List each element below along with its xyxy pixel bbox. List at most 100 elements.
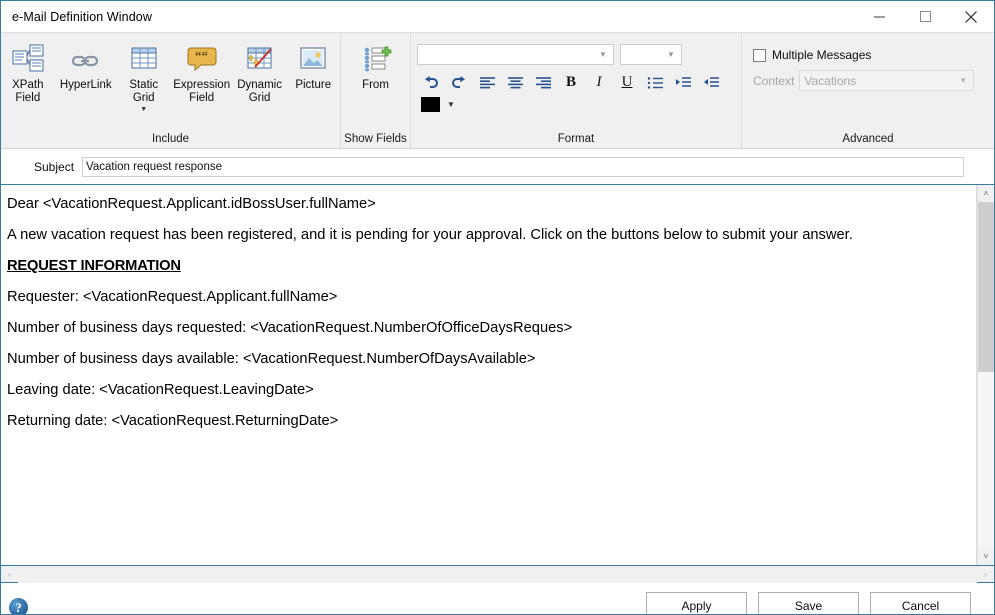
save-button[interactable]: Save xyxy=(758,592,859,614)
ribbon-toolbar: XPath Field HyperLink Static Grid ▼ ““ E… xyxy=(1,32,994,150)
horizontal-scroll-track[interactable] xyxy=(18,565,977,583)
from-button[interactable]: From xyxy=(345,38,407,92)
body-paragraph: Number of business days available: <Vaca… xyxy=(7,351,536,367)
help-icon[interactable]: ? xyxy=(9,598,28,614)
expression-field-label: Expression Field xyxy=(173,79,231,104)
scroll-down-button[interactable]: ˅ xyxy=(978,548,994,565)
from-recipients-icon xyxy=(360,42,392,76)
advanced-controls: Multiple Messages Context Vacations ▼ xyxy=(742,33,994,131)
format-tool-row: B I U xyxy=(417,70,733,95)
minimize-button[interactable] xyxy=(856,1,902,32)
bold-glyph: B xyxy=(565,74,576,90)
multiple-messages-checkbox[interactable] xyxy=(753,48,766,62)
static-grid-icon xyxy=(128,42,160,76)
chevron-down-icon[interactable]: ▼ xyxy=(140,106,147,113)
ribbon-group-advanced: Multiple Messages Context Vacations ▼ Ad… xyxy=(742,33,994,150)
context-value: Vacations xyxy=(804,73,857,88)
font-color-swatch[interactable] xyxy=(421,97,440,112)
hyperlink-button[interactable]: HyperLink xyxy=(55,38,117,92)
multiple-messages-row[interactable]: Multiple Messages xyxy=(753,48,984,62)
font-controls-row: ▼ ▼ xyxy=(417,44,733,65)
context-select[interactable]: Vacations ▼ xyxy=(799,70,975,91)
italic-button[interactable]: I xyxy=(585,70,613,95)
window-controls xyxy=(856,1,994,32)
include-buttons: XPath Field HyperLink Static Grid ▼ ““ E… xyxy=(1,33,340,131)
email-body-editor: Dear <VacationRequest.Applicant.idBossUs… xyxy=(1,184,994,566)
scroll-left-button[interactable]: ‹ xyxy=(1,566,18,583)
scroll-right-button[interactable]: › xyxy=(977,566,994,583)
subject-label: Subject xyxy=(34,159,75,174)
xpath-field-label: XPath Field xyxy=(12,79,44,104)
multiple-messages-label: Multiple Messages xyxy=(772,48,872,62)
picture-label: Picture xyxy=(295,79,332,91)
show-fields-group-label: Show Fields xyxy=(344,133,407,145)
hyperlink-icon xyxy=(70,42,102,76)
editor-horizontal-scrollbar[interactable]: ‹ › xyxy=(1,565,994,583)
ribbon-group-show-fields: From Show Fields xyxy=(341,33,411,150)
body-paragraph: Dear <VacationRequest.Applicant.idBossUs… xyxy=(7,196,376,212)
body-paragraph: Number of business days requested: <Vaca… xyxy=(7,320,573,336)
chevron-down-icon: ▼ xyxy=(667,49,675,59)
redo-button[interactable] xyxy=(445,70,473,95)
format-group-label: Format xyxy=(557,133,595,145)
advanced-group-label: Advanced xyxy=(842,133,894,145)
svg-text:““: ““ xyxy=(195,48,209,63)
align-center-button[interactable] xyxy=(501,70,529,95)
ribbon-group-format: ▼ ▼ B I U ▼ Format xyxy=(411,33,742,150)
undo-button[interactable] xyxy=(417,70,445,95)
context-row: Context Vacations ▼ xyxy=(753,70,984,91)
subject-bar: Subject xyxy=(1,149,994,184)
editor-vertical-scrollbar[interactable]: ˄ ˅ xyxy=(977,185,994,565)
picture-icon xyxy=(297,42,329,76)
font-size-select[interactable]: ▼ xyxy=(620,44,682,65)
scroll-up-button[interactable]: ˄ xyxy=(978,185,994,202)
footer-bar: ? Apply Save Cancel xyxy=(1,583,994,614)
email-definition-window: e-Mail Definition Window XPath Field Hyp… xyxy=(0,0,995,615)
align-left-button[interactable] xyxy=(473,70,501,95)
editor-content[interactable]: Dear <VacationRequest.Applicant.idBossUs… xyxy=(1,185,977,565)
italic-glyph: I xyxy=(596,74,602,90)
increase-indent-button[interactable] xyxy=(669,70,697,95)
body-paragraph: Leaving date: <VacationRequest.LeavingDa… xyxy=(7,382,314,398)
xpath-field-button[interactable]: XPath Field xyxy=(1,38,55,105)
maximize-button[interactable] xyxy=(902,1,948,32)
body-paragraph: Requester: <VacationRequest.Applicant.fu… xyxy=(7,289,338,305)
bulleted-list-button[interactable] xyxy=(641,70,669,95)
picture-button[interactable]: Picture xyxy=(286,38,340,92)
expression-field-icon: ““ xyxy=(186,42,218,76)
vertical-scroll-track[interactable] xyxy=(978,202,994,548)
static-grid-label: Static Grid xyxy=(129,79,159,104)
hyperlink-label: HyperLink xyxy=(59,79,112,91)
expression-field-button[interactable]: ““ Expression Field xyxy=(171,38,233,105)
align-right-button[interactable] xyxy=(529,70,557,95)
dynamic-grid-button[interactable]: Dynamic Grid xyxy=(233,38,287,105)
show-fields-buttons: From xyxy=(341,33,410,131)
font-family-select[interactable]: ▼ xyxy=(417,44,614,65)
chevron-down-icon[interactable]: ▼ xyxy=(447,100,455,109)
body-paragraph: A new vacation request has been register… xyxy=(7,227,853,243)
context-label: Context xyxy=(753,73,795,88)
cancel-button[interactable]: Cancel xyxy=(870,592,971,614)
apply-button[interactable]: Apply xyxy=(646,592,747,614)
close-button[interactable] xyxy=(948,1,994,32)
include-group-label: Include xyxy=(151,133,190,145)
chevron-down-icon: ▼ xyxy=(599,49,607,59)
body-paragraph: Returning date: <VacationRequest.Returni… xyxy=(7,413,339,429)
bold-button[interactable]: B xyxy=(557,70,585,95)
subject-input[interactable] xyxy=(82,156,964,177)
footer-buttons: Apply Save Cancel xyxy=(646,592,971,614)
ribbon-group-include: XPath Field HyperLink Static Grid ▼ ““ E… xyxy=(1,33,341,150)
underline-glyph: U xyxy=(621,74,633,90)
format-controls: ▼ ▼ B I U ▼ xyxy=(411,33,741,131)
window-title: e-Mail Definition Window xyxy=(12,9,152,24)
decrease-indent-button[interactable] xyxy=(697,70,725,95)
underline-button[interactable]: U xyxy=(613,70,641,95)
chevron-down-icon: ▼ xyxy=(959,76,968,85)
title-bar: e-Mail Definition Window xyxy=(1,1,994,32)
from-label: From xyxy=(362,79,389,91)
vertical-scroll-thumb[interactable] xyxy=(978,202,994,372)
static-grid-button[interactable]: Static Grid ▼ xyxy=(117,38,171,113)
font-color-control[interactable]: ▼ xyxy=(417,97,733,112)
dynamic-grid-icon xyxy=(244,42,276,76)
body-heading: REQUEST INFORMATION xyxy=(7,258,181,274)
